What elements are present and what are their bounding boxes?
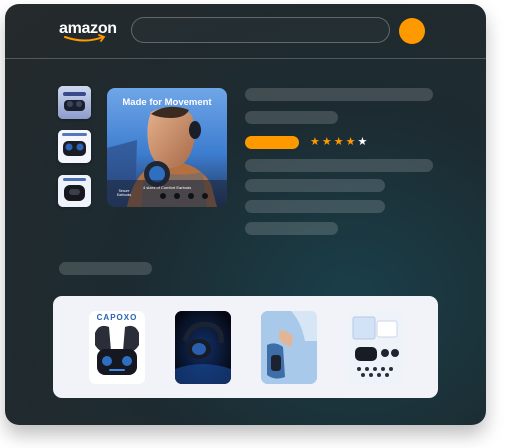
description-placeholder-line-3 [245, 200, 385, 213]
earbuds-case-thumbnail-icon [58, 130, 91, 163]
product-brand-label: CAPOXO [96, 313, 138, 322]
related-product-card-2[interactable] [175, 311, 231, 384]
header-divider [5, 58, 486, 59]
star-icon: ★ [345, 135, 358, 148]
user-avatar[interactable] [399, 18, 425, 44]
related-product-card-3[interactable] [261, 311, 317, 384]
hand-holding-earbuds-image [261, 311, 317, 384]
related-products-panel: CAPOXO [53, 296, 438, 398]
earbuds-open-case-thumbnail-icon [58, 175, 91, 207]
description-placeholder-line-4 [245, 222, 338, 235]
product-thumbnail-3[interactable] [58, 175, 91, 207]
related-product-card-4[interactable] [347, 311, 403, 384]
earbuds-thumbnail-icon [58, 86, 91, 119]
rating-stars: ★★★★★ [310, 135, 369, 149]
section-heading-placeholder [59, 262, 152, 275]
star-icon: ★ [310, 135, 322, 148]
hero-subcaption: 4 sizes of Comfort Earbuds [143, 185, 192, 190]
star-icon: ★ [321, 135, 334, 148]
star-icon: ★ [357, 135, 370, 148]
main-product-image[interactable]: Made for Movement 4 sizes of Comfort Ear… [107, 88, 227, 207]
description-placeholder-line-2 [245, 179, 385, 192]
hero-caption: Made for Movement [122, 97, 212, 108]
product-thumbnail-1[interactable] [58, 86, 91, 119]
earbuds-package-contents-image [347, 311, 403, 384]
title-placeholder-line-1 [245, 88, 433, 101]
related-product-card-1[interactable]: CAPOXO [89, 311, 145, 384]
search-input[interactable] [131, 17, 390, 43]
description-placeholder-line-1 [245, 159, 433, 172]
hero-badge: Secure Earhooks [116, 189, 132, 197]
app-window: amazon Made for Movement 4 sizes of Comf… [5, 4, 486, 425]
earhook-earbud-image [175, 311, 231, 384]
top-bar: amazon [5, 4, 486, 58]
price-badge [245, 136, 299, 149]
product-thumbnail-2[interactable] [58, 130, 91, 163]
amazon-logo[interactable]: amazon [59, 20, 119, 48]
star-icon: ★ [333, 135, 346, 148]
smile-arrow-icon [64, 34, 106, 42]
title-placeholder-line-2 [245, 111, 338, 124]
